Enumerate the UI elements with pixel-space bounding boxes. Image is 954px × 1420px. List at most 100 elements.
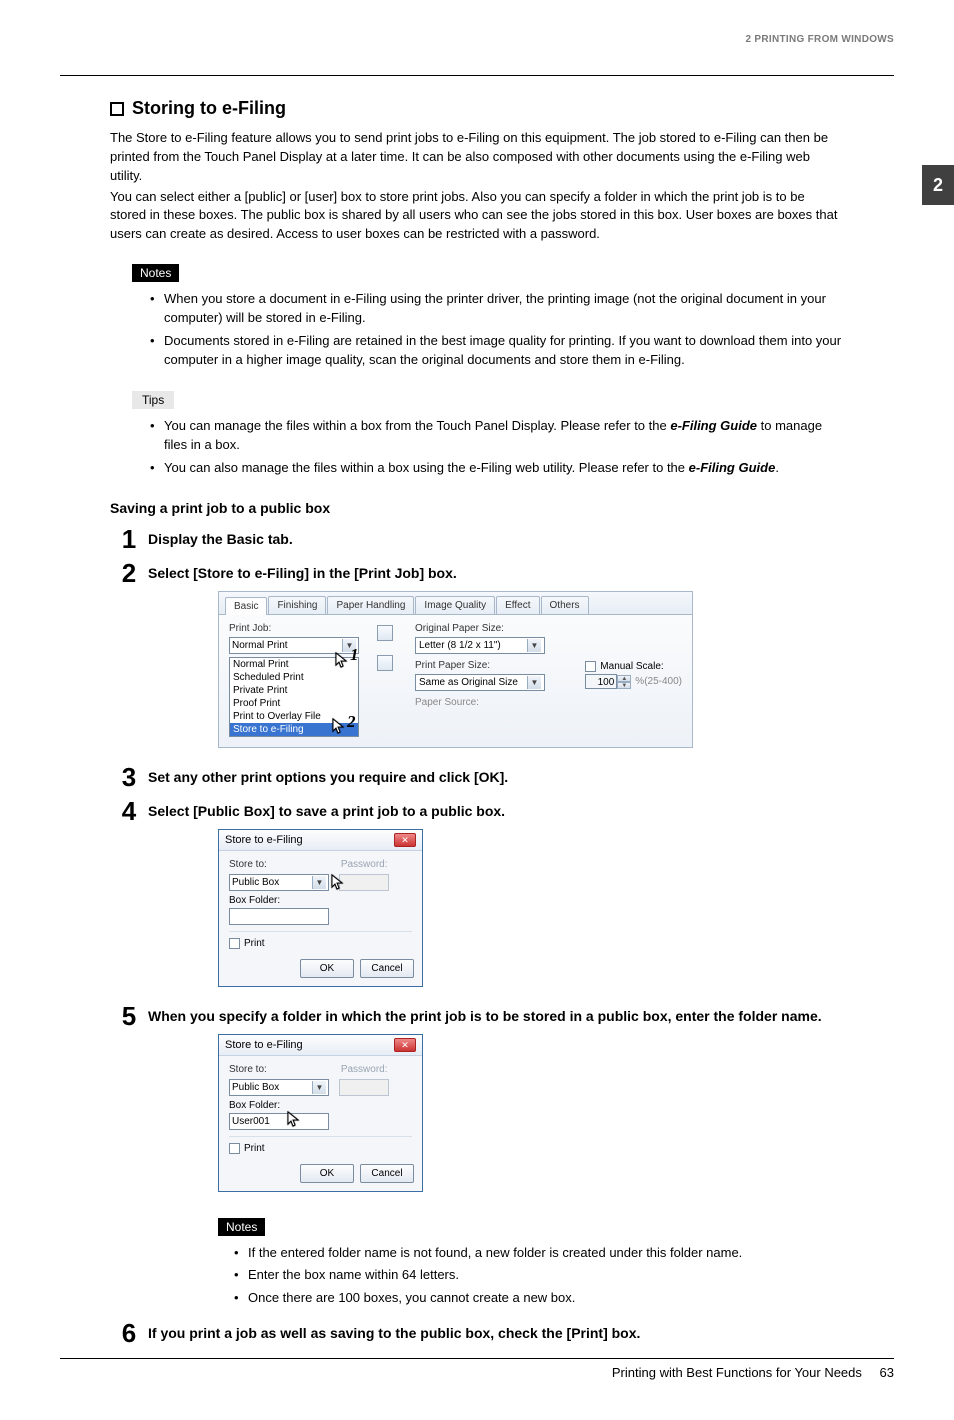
box-folder-label: Box Folder: [229,1100,412,1111]
print-job-options-list[interactable]: Normal Print Scheduled Print Private Pri… [229,657,359,737]
print-checkbox[interactable]: Print [229,1143,412,1154]
store-to-dropdown[interactable]: Public Box ▼ [229,874,329,891]
tab-others[interactable]: Others [541,596,589,614]
print-job-dropdown[interactable]: Normal Print ▼ [229,637,359,654]
tab-basic[interactable]: Basic [225,597,267,615]
print-job-option-selected[interactable]: Store to e-Filing [230,723,358,736]
dropdown-arrow-icon: ▼ [527,639,541,652]
scale-range: %(25-400) [635,676,682,687]
chapter-tab: 2 [922,165,954,205]
print-job-option[interactable]: Private Print [230,684,358,697]
tips-list: You can manage the files within a box fr… [110,417,844,478]
dropdown-arrow-icon: ▼ [527,676,541,689]
dialog-title: Store to e-Filing [225,834,303,846]
box-folder-input[interactable]: User001 [229,1113,329,1130]
print-job-label: Print Job: [229,623,359,634]
header-chapter-label: 2 PRINTING FROM WINDOWS [745,34,894,45]
print-paper-size-dropdown[interactable]: Same as Original Size ▼ [415,674,545,691]
password-field[interactable] [339,1079,389,1096]
spinner-up-icon[interactable]: ▲ [617,675,631,682]
step-text: When you specify a folder in which the p… [148,1007,844,1026]
notes-header: Notes [132,264,179,282]
close-button[interactable]: ✕ [394,1038,416,1052]
checkbox-icon [585,661,596,672]
job-normal-icon [377,625,393,641]
section-title-text: Storing to e-Filing [132,98,286,119]
print-checkbox[interactable]: Print [229,938,412,949]
scale-value: 100 [585,674,617,689]
store-to-value: Public Box [232,877,279,888]
original-paper-size-dropdown[interactable]: Letter (8 1/2 x 11") ▼ [415,637,545,654]
step-number: 6 [110,1320,148,1346]
notes-header: Notes [218,1218,265,1236]
box-folder-input[interactable] [229,908,329,925]
intro-paragraph-1: The Store to e-Filing feature allows you… [110,129,844,186]
intro-paragraph-2: You can select either a [public] or [use… [110,188,844,245]
cancel-button[interactable]: Cancel [360,959,414,978]
steps-list: 1 Display the Basic tab. 2 Select [Store… [110,526,844,1346]
notes-list: If the entered folder name is not found,… [148,1244,844,1309]
notes-list: When you store a document in e-Filing us… [110,290,844,369]
step: 6 If you print a job as well as saving t… [110,1320,844,1346]
print-job-option[interactable]: Proof Print [230,697,358,710]
printer-driver-window: Basic Finishing Paper Handling Image Qua… [218,591,693,748]
dropdown-arrow-icon: ▼ [312,1081,326,1094]
tab-finishing[interactable]: Finishing [268,596,326,614]
ok-button[interactable]: OK [300,959,354,978]
print-paper-size-value: Same as Original Size [419,677,518,688]
notes-item: Once there are 100 boxes, you cannot cre… [234,1289,844,1308]
page-footer: Printing with Best Functions for Your Ne… [60,1358,894,1380]
print-checkbox-label: Print [244,1143,265,1154]
password-label: Password: [341,859,388,870]
step-number: 5 [110,1003,148,1029]
box-folder-label: Box Folder: [229,895,412,906]
tab-effect[interactable]: Effect [496,596,539,614]
notes-item: Enter the box name within 64 letters. [234,1266,844,1285]
step-text: If you print a job as well as saving to … [148,1324,844,1343]
step: 1 Display the Basic tab. [110,526,844,552]
notes-item: When you store a document in e-Filing us… [150,290,844,328]
footer-section-title: Printing with Best Functions for Your Ne… [612,1365,862,1380]
original-paper-size-label: Original Paper Size: [415,623,682,634]
print-job-option[interactable]: Normal Print [230,658,358,671]
print-job-dropdown-value: Normal Print [232,640,288,651]
step-number: 1 [110,526,148,552]
scale-spinner[interactable]: 100 ▲▼ [585,674,631,689]
section-title: Storing to e-Filing [110,98,844,119]
close-button[interactable]: ✕ [394,833,416,847]
store-to-dropdown[interactable]: Public Box ▼ [229,1079,329,1096]
page: 2 PRINTING FROM WINDOWS 2 Storing to e-F… [0,0,954,1420]
store-to-efiling-dialog: Store to e-Filing ✕ Store to: Password: [218,829,423,987]
password-field[interactable] [339,874,389,891]
notes-item: Documents stored in e-Filing are retaine… [150,332,844,370]
ok-button[interactable]: OK [300,1164,354,1183]
print-job-option[interactable]: Print to Overlay File [230,710,358,723]
store-to-efiling-dialog: Store to e-Filing ✕ Store to: Password: [218,1034,423,1192]
print-paper-size-label: Print Paper Size: [415,660,577,671]
tab-paper-handling[interactable]: Paper Handling [327,596,414,614]
step-number: 3 [110,764,148,790]
cancel-button[interactable]: Cancel [360,1164,414,1183]
dropdown-arrow-icon: ▼ [312,876,326,889]
store-to-value: Public Box [232,1082,279,1093]
page-number: 63 [880,1365,894,1380]
screenshot-store-dialog-2: Store to e-Filing ✕ Store to: Password: [218,1034,844,1192]
top-horizontal-rule [60,75,894,76]
tab-image-quality[interactable]: Image Quality [415,596,495,614]
manual-scale-checkbox[interactable]: Manual Scale: [585,661,682,672]
step-text: Select [Store to e-Filing] in the [Print… [148,564,844,583]
intro-paragraphs: The Store to e-Filing feature allows you… [110,129,844,244]
tips-text: You can also manage the files within a b… [164,460,689,475]
manual-scale-label: Manual Scale: [600,661,663,672]
print-checkbox-label: Print [244,938,265,949]
step: 5 When you specify a folder in which the… [110,1003,844,1312]
original-paper-size-value: Letter (8 1/2 x 11") [419,640,501,651]
notes-item: If the entered folder name is not found,… [234,1244,844,1263]
store-to-label: Store to: [229,1064,267,1075]
job-type-icons [377,623,397,737]
print-job-option[interactable]: Scheduled Print [230,671,358,684]
spinner-down-icon[interactable]: ▼ [617,682,631,689]
annotation-2: 2 [347,712,356,732]
efiling-guide-reference: e-Filing Guide [689,460,776,475]
square-bullet-icon [110,102,124,116]
